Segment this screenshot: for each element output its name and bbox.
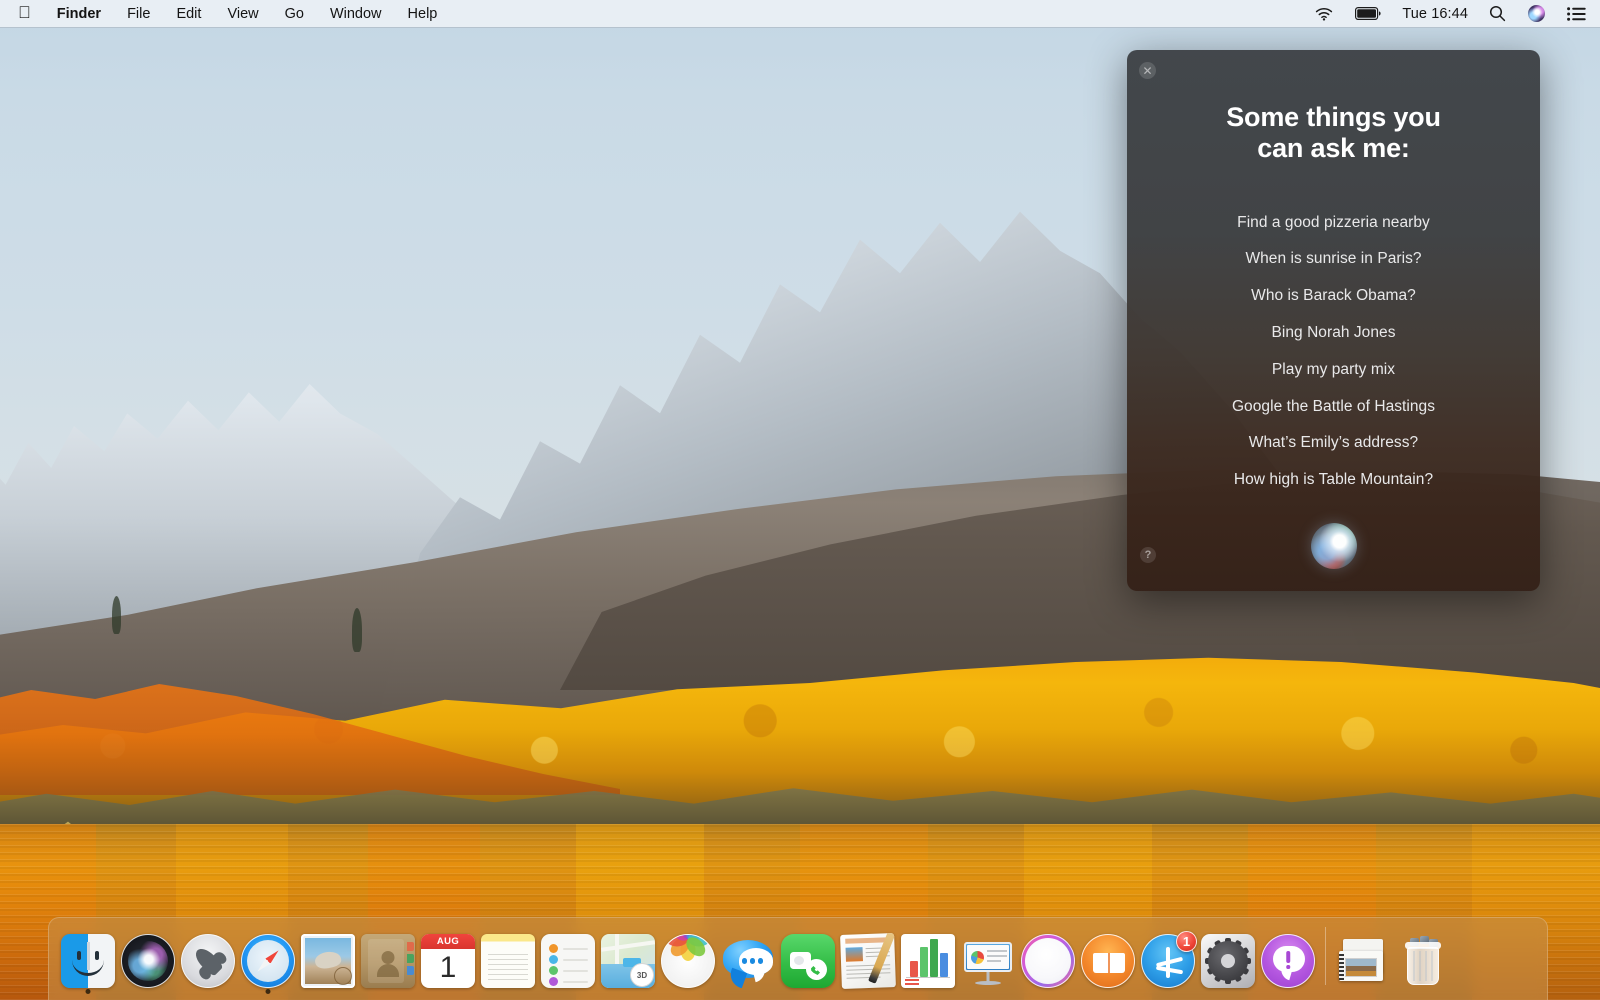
finder-icon bbox=[61, 934, 115, 988]
maps-3d-badge: 3D bbox=[630, 963, 654, 987]
siri-icon bbox=[121, 934, 175, 988]
dock-item-reminders[interactable] bbox=[538, 919, 598, 995]
menu-bar:  Finder File Edit View Go Window Help bbox=[0, 0, 1600, 28]
dock-item-downloads-stack[interactable] bbox=[1333, 919, 1393, 995]
siri-suggestion[interactable]: Find a good pizzeria nearby bbox=[1127, 205, 1540, 242]
menu-bar-status-area: Tue 16:44 bbox=[1304, 5, 1600, 22]
siri-suggestion[interactable]: How high is Table Mountain? bbox=[1127, 462, 1540, 499]
siri-icon[interactable] bbox=[1517, 5, 1556, 22]
calendar-month-label: AUG bbox=[421, 934, 475, 949]
itunes-icon bbox=[1021, 934, 1075, 988]
dock-item-notes[interactable] bbox=[478, 919, 538, 995]
dock-item-calendar[interactable]: AUG 1 bbox=[418, 919, 478, 995]
menu-item-edit[interactable]: Edit bbox=[163, 0, 214, 28]
siri-orb-icon[interactable] bbox=[1310, 523, 1357, 569]
mail-icon bbox=[301, 934, 355, 988]
calendar-day-label: 1 bbox=[439, 951, 457, 984]
system-preferences-icon bbox=[1201, 934, 1255, 988]
menu-item-app-name[interactable]: Finder bbox=[44, 0, 114, 28]
contacts-icon bbox=[361, 934, 415, 988]
alert-icon bbox=[1261, 934, 1315, 988]
desktop-screen:  Finder File Edit View Go Window Help bbox=[0, 0, 1600, 1000]
dock-item-app-store[interactable]: 1 bbox=[1138, 919, 1198, 995]
dock-item-finder[interactable] bbox=[58, 919, 118, 995]
notification-center-icon[interactable] bbox=[1556, 6, 1588, 21]
dock-item-keynote[interactable] bbox=[958, 919, 1018, 995]
siri-suggestion[interactable]: When is sunrise in Paris? bbox=[1127, 241, 1540, 278]
maps-icon: 3D bbox=[601, 934, 655, 988]
siri-suggestion[interactable]: Play my party mix bbox=[1127, 352, 1540, 389]
siri-suggestion[interactable]: What’s Emily’s address? bbox=[1127, 425, 1540, 462]
keynote-icon bbox=[961, 934, 1015, 988]
calendar-icon: AUG 1 bbox=[421, 934, 475, 988]
dock-item-safari[interactable] bbox=[238, 919, 298, 995]
numbers-icon bbox=[901, 934, 955, 988]
dock-item-contacts[interactable] bbox=[358, 919, 418, 995]
downloads-stack-icon bbox=[1336, 934, 1390, 988]
reminders-icon bbox=[541, 934, 595, 988]
facetime-icon bbox=[781, 934, 835, 988]
running-indicator bbox=[85, 989, 91, 994]
dock-separator bbox=[1325, 927, 1326, 985]
close-icon[interactable]: ✕ bbox=[1139, 62, 1156, 79]
safari-icon bbox=[241, 934, 295, 988]
siri-panel-title: Some things you can ask me: bbox=[1127, 102, 1540, 165]
siri-title-line-2: can ask me: bbox=[1257, 133, 1410, 164]
menu-item-go[interactable]: Go bbox=[272, 0, 317, 28]
pages-icon bbox=[840, 933, 896, 989]
apple-menu-icon[interactable]:  bbox=[14, 0, 44, 29]
menu-item-file[interactable]: File bbox=[114, 0, 163, 28]
app-store-badge: 1 bbox=[1176, 931, 1197, 952]
notes-icon bbox=[481, 934, 535, 988]
dock-item-pages[interactable] bbox=[838, 919, 898, 995]
siri-panel: ✕ Some things you can ask me: Find a goo… bbox=[1127, 50, 1540, 591]
dock-item-siri[interactable] bbox=[118, 919, 178, 995]
running-indicator bbox=[265, 989, 271, 994]
launchpad-icon bbox=[181, 934, 235, 988]
ibooks-icon bbox=[1081, 934, 1135, 988]
dock-item-numbers[interactable] bbox=[898, 919, 958, 995]
app-store-icon: 1 bbox=[1141, 931, 1197, 988]
menu-item-view[interactable]: View bbox=[214, 0, 271, 28]
dock-item-system-preferences[interactable] bbox=[1198, 919, 1258, 995]
dock-item-mail[interactable] bbox=[298, 919, 358, 995]
siri-suggestion[interactable]: Who is Barack Obama? bbox=[1127, 278, 1540, 315]
menu-bar-clock[interactable]: Tue 16:44 bbox=[1392, 6, 1478, 22]
dock-item-facetime[interactable] bbox=[778, 919, 838, 995]
search-icon[interactable] bbox=[1478, 5, 1517, 22]
siri-suggestion[interactable]: Google the Battle of Hastings bbox=[1127, 389, 1540, 426]
messages-icon bbox=[721, 934, 775, 988]
menu-bar-left:  Finder File Edit View Go Window Help bbox=[0, 0, 450, 29]
wallpaper-tree bbox=[112, 596, 121, 634]
siri-suggestion-list: Find a good pizzeria nearby When is sunr… bbox=[1127, 205, 1540, 499]
dock-item-messages[interactable] bbox=[718, 919, 778, 995]
dock-item-ibooks[interactable] bbox=[1078, 919, 1138, 995]
siri-suggestion[interactable]: Bing Norah Jones bbox=[1127, 315, 1540, 352]
help-icon[interactable]: ? bbox=[1140, 547, 1156, 563]
trash-icon bbox=[1396, 934, 1450, 988]
menu-item-window[interactable]: Window bbox=[317, 0, 395, 28]
menu-item-help[interactable]: Help bbox=[395, 0, 451, 28]
dock-item-alert[interactable] bbox=[1258, 919, 1318, 995]
dock-item-maps[interactable]: 3D bbox=[598, 919, 658, 995]
wifi-icon[interactable] bbox=[1304, 7, 1344, 21]
wallpaper-tree bbox=[352, 608, 362, 652]
dock-item-itunes[interactable] bbox=[1018, 919, 1078, 995]
battery-icon[interactable] bbox=[1344, 7, 1392, 20]
dock-item-trash[interactable] bbox=[1393, 919, 1453, 995]
dock-item-photos[interactable] bbox=[658, 919, 718, 995]
dock: AUG 1 3D 1 bbox=[48, 917, 1548, 1000]
photos-icon bbox=[661, 934, 715, 988]
siri-title-line-1: Some things you bbox=[1226, 102, 1441, 132]
dock-item-launchpad[interactable] bbox=[178, 919, 238, 995]
